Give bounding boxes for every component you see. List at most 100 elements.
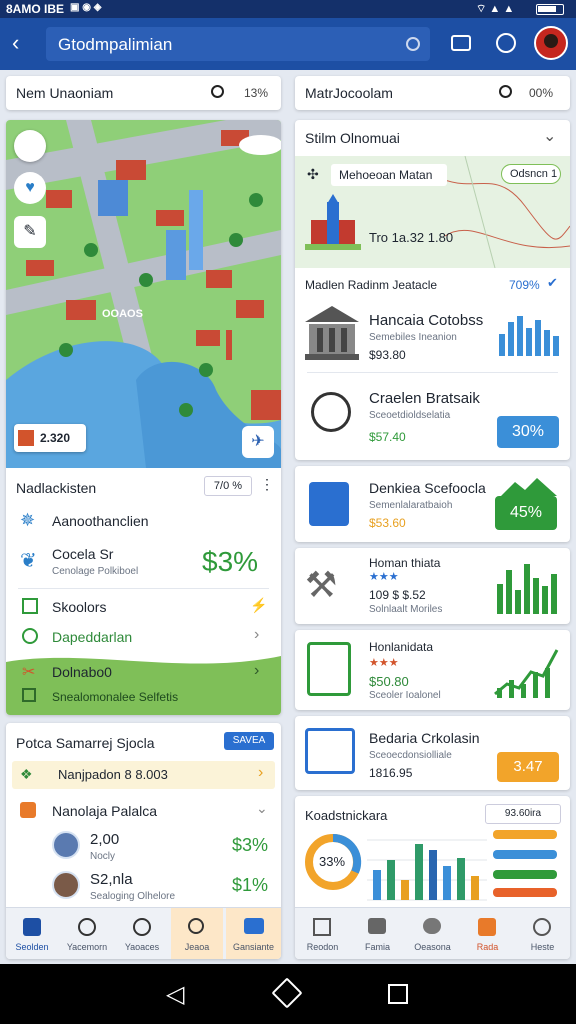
list-item[interactable]: ❦ Cocela Sr Cenolage Polkiboel $3% — [6, 540, 281, 586]
section-row[interactable]: Nanolaja Palalca ⌄ — [6, 797, 281, 825]
banner-title-box: Mehoeoan Matan — [331, 164, 447, 186]
person-value: S2,nla — [90, 871, 133, 888]
list-title: Nadlackisten — [16, 480, 97, 496]
nav-item-home[interactable]: Seolden — [6, 908, 58, 959]
more-icon[interactable]: ⋮ — [260, 476, 274, 493]
list-item-card[interactable]: ⚒ Homan thiata ★★★ 109 $ $.52 Solnlaalt … — [295, 548, 570, 624]
banner-price: Tro 1a.32 1.80 — [369, 230, 454, 245]
person-row[interactable]: S2,nla Sealoging Olhelore $1% — [6, 867, 281, 907]
list-item-value: $3% — [202, 546, 259, 577]
search-icon[interactable] — [499, 85, 512, 98]
section-title: Stilm Olnomuai — [305, 130, 400, 146]
highlight-row[interactable]: ❖ Nanjpadon 8 8.003 › — [12, 761, 275, 789]
item-badge[interactable]: 45% — [495, 496, 557, 530]
person-value: 2,00 — [90, 831, 120, 848]
save-badge[interactable]: SAVEA — [224, 732, 274, 750]
item-sub: Sceoecdonsiolliale — [369, 750, 452, 761]
mic-icon[interactable] — [406, 37, 420, 51]
item-sub: Semebiles Ineanion — [369, 332, 457, 343]
chevron-right-icon[interactable]: › — [258, 764, 263, 782]
heart-location-icon[interactable]: ♥ — [14, 172, 46, 204]
search-icon[interactable] — [211, 85, 224, 98]
nav-item-gallery[interactable]: Yaoaces — [116, 908, 168, 959]
nav-item-bag[interactable]: Rada — [460, 908, 515, 959]
person-percent: $3% — [232, 835, 269, 855]
museum-icon — [305, 306, 359, 360]
avatar — [52, 871, 80, 899]
person-percent: $1% — [232, 875, 269, 895]
card-badge[interactable]: 93.60ira — [485, 804, 561, 824]
list-item[interactable]: Craelen Bratsaik Sceoetdioldselatia $57.… — [295, 376, 570, 456]
list-item-card[interactable]: Bedaria Crkolasin Sceoecdonsiolliale 181… — [295, 716, 570, 790]
nav-item-cloud[interactable]: Oeasona — [405, 908, 460, 959]
trend-chart — [494, 649, 559, 698]
isometric-city-map[interactable] — [6, 120, 281, 468]
item-title: Homan thiata — [369, 556, 441, 570]
recents-icon[interactable] — [388, 984, 408, 1004]
person-sub: Nocly — [90, 851, 116, 862]
status-time: 8AMO IBE — [6, 2, 65, 16]
banner-tag[interactable]: Odsncn 1 — [501, 164, 561, 184]
right-search-field[interactable]: MatrJocoolam 00% — [295, 76, 570, 110]
item-sub: Solnlaalt Moriles — [369, 604, 443, 615]
settings-icon[interactable] — [496, 33, 516, 53]
list-item-card[interactable]: Denkiea Scefoocla Semenlalaratbaioh $53.… — [295, 466, 570, 542]
list-item-label: Skoolors — [52, 599, 107, 615]
item-sub: Sceoler Ioalonel — [369, 690, 441, 701]
nav-item-profile[interactable]: Heste — [515, 908, 570, 959]
item-price: $50.80 — [369, 674, 409, 689]
list-item[interactable]: Skoolors ⚡ — [6, 592, 281, 622]
calendar-icon[interactable] — [451, 35, 471, 51]
left-bottom-card: Potca Samarrej Sjocla SAVEA ❖ Nanjpadon … — [6, 723, 281, 959]
chevron-right-icon[interactable]: › — [254, 662, 259, 680]
nav-item-messages[interactable]: Gansiante — [226, 908, 281, 959]
item-badge[interactable]: 3.47 — [497, 752, 559, 782]
right-top-card: Stilm Olnomuai ⌄ Mehoeoan Matan ✣ Odsncn… — [295, 120, 570, 460]
item-title: Honlanidata — [369, 640, 434, 654]
list-item-card[interactable]: Honlanidata ★★★ $50.80 Sceoler Ioalonel — [295, 630, 570, 710]
item-price: 1816.95 — [369, 766, 413, 780]
item-title: Hancaia Cotobss — [369, 312, 484, 329]
leaf-icon: ❦ — [20, 550, 37, 572]
avatar — [52, 831, 80, 859]
home-icon[interactable] — [271, 977, 303, 1009]
nav-item-search[interactable]: Jeaoa — [171, 908, 223, 959]
nav-item-home[interactable]: Reodon — [295, 908, 350, 959]
app-search-bar[interactable]: Gtodmpalimian — [46, 27, 430, 61]
list-item-label: Dapeddarlan — [52, 629, 133, 645]
chevron-right-icon[interactable]: › — [254, 626, 259, 644]
check-box-icon — [22, 688, 36, 702]
chevron-down-icon[interactable]: ⌄ — [256, 800, 268, 817]
map-location-label: OOAOS — [102, 308, 143, 320]
item-sub: Sceoetdioldselatia — [369, 410, 451, 421]
item-title: Denkiea Scefoocla — [369, 480, 486, 496]
item-badge[interactable]: 30% — [497, 416, 559, 448]
left-map-card: ♥ ✎ 2.320 OOAOS ✈ Nadlackisten 7/0 % ⋮ ✵… — [6, 120, 281, 715]
person-row[interactable]: 2,00 Nocly $3% — [6, 827, 281, 867]
list-item[interactable]: Hancaia Cotobss Semebiles Ineanion $93.8… — [295, 298, 570, 370]
locate-icon[interactable]: ✈ — [242, 426, 274, 458]
wand-icon: ⚡ — [250, 597, 268, 613]
left-search-value: Nem Unaoniam — [16, 85, 114, 101]
list-badge[interactable]: 7/0 % — [204, 476, 252, 496]
back-arrow-icon[interactable]: ‹ — [12, 30, 19, 56]
compass-icon[interactable] — [14, 130, 46, 162]
avatar[interactable] — [534, 26, 568, 60]
price-badge[interactable]: 2.320 — [14, 424, 86, 452]
item-title: Bedaria Crkolasin — [369, 730, 480, 746]
chevron-down-icon[interactable]: ⌄ — [543, 126, 556, 146]
left-search-field[interactable]: Nem Unaoniam 13% — [6, 76, 281, 110]
pin-icon: ✣ — [307, 166, 319, 182]
list-item[interactable]: ✵ Aanoothanclien — [6, 504, 281, 538]
donut-label: 33% — [319, 854, 346, 869]
item-sub: Semenlalaratbaioh — [369, 500, 453, 511]
message-icon — [244, 918, 264, 934]
banner[interactable]: Mehoeoan Matan ✣ Odsncn 1 Tro 1a.32 1.80 — [295, 156, 570, 268]
back-icon[interactable]: ◁ — [166, 980, 184, 1009]
list-item[interactable]: ✂ Dolnabo0 Snealomonalee Selfetis › — [6, 660, 281, 710]
nav-item-wallet[interactable]: Famia — [350, 908, 405, 959]
gallery-icon — [133, 918, 151, 936]
nav-item-explore[interactable]: Yacemorn — [61, 908, 113, 959]
banner-title: Mehoeoan Matan — [339, 168, 433, 182]
edit-icon[interactable]: ✎ — [14, 216, 46, 248]
